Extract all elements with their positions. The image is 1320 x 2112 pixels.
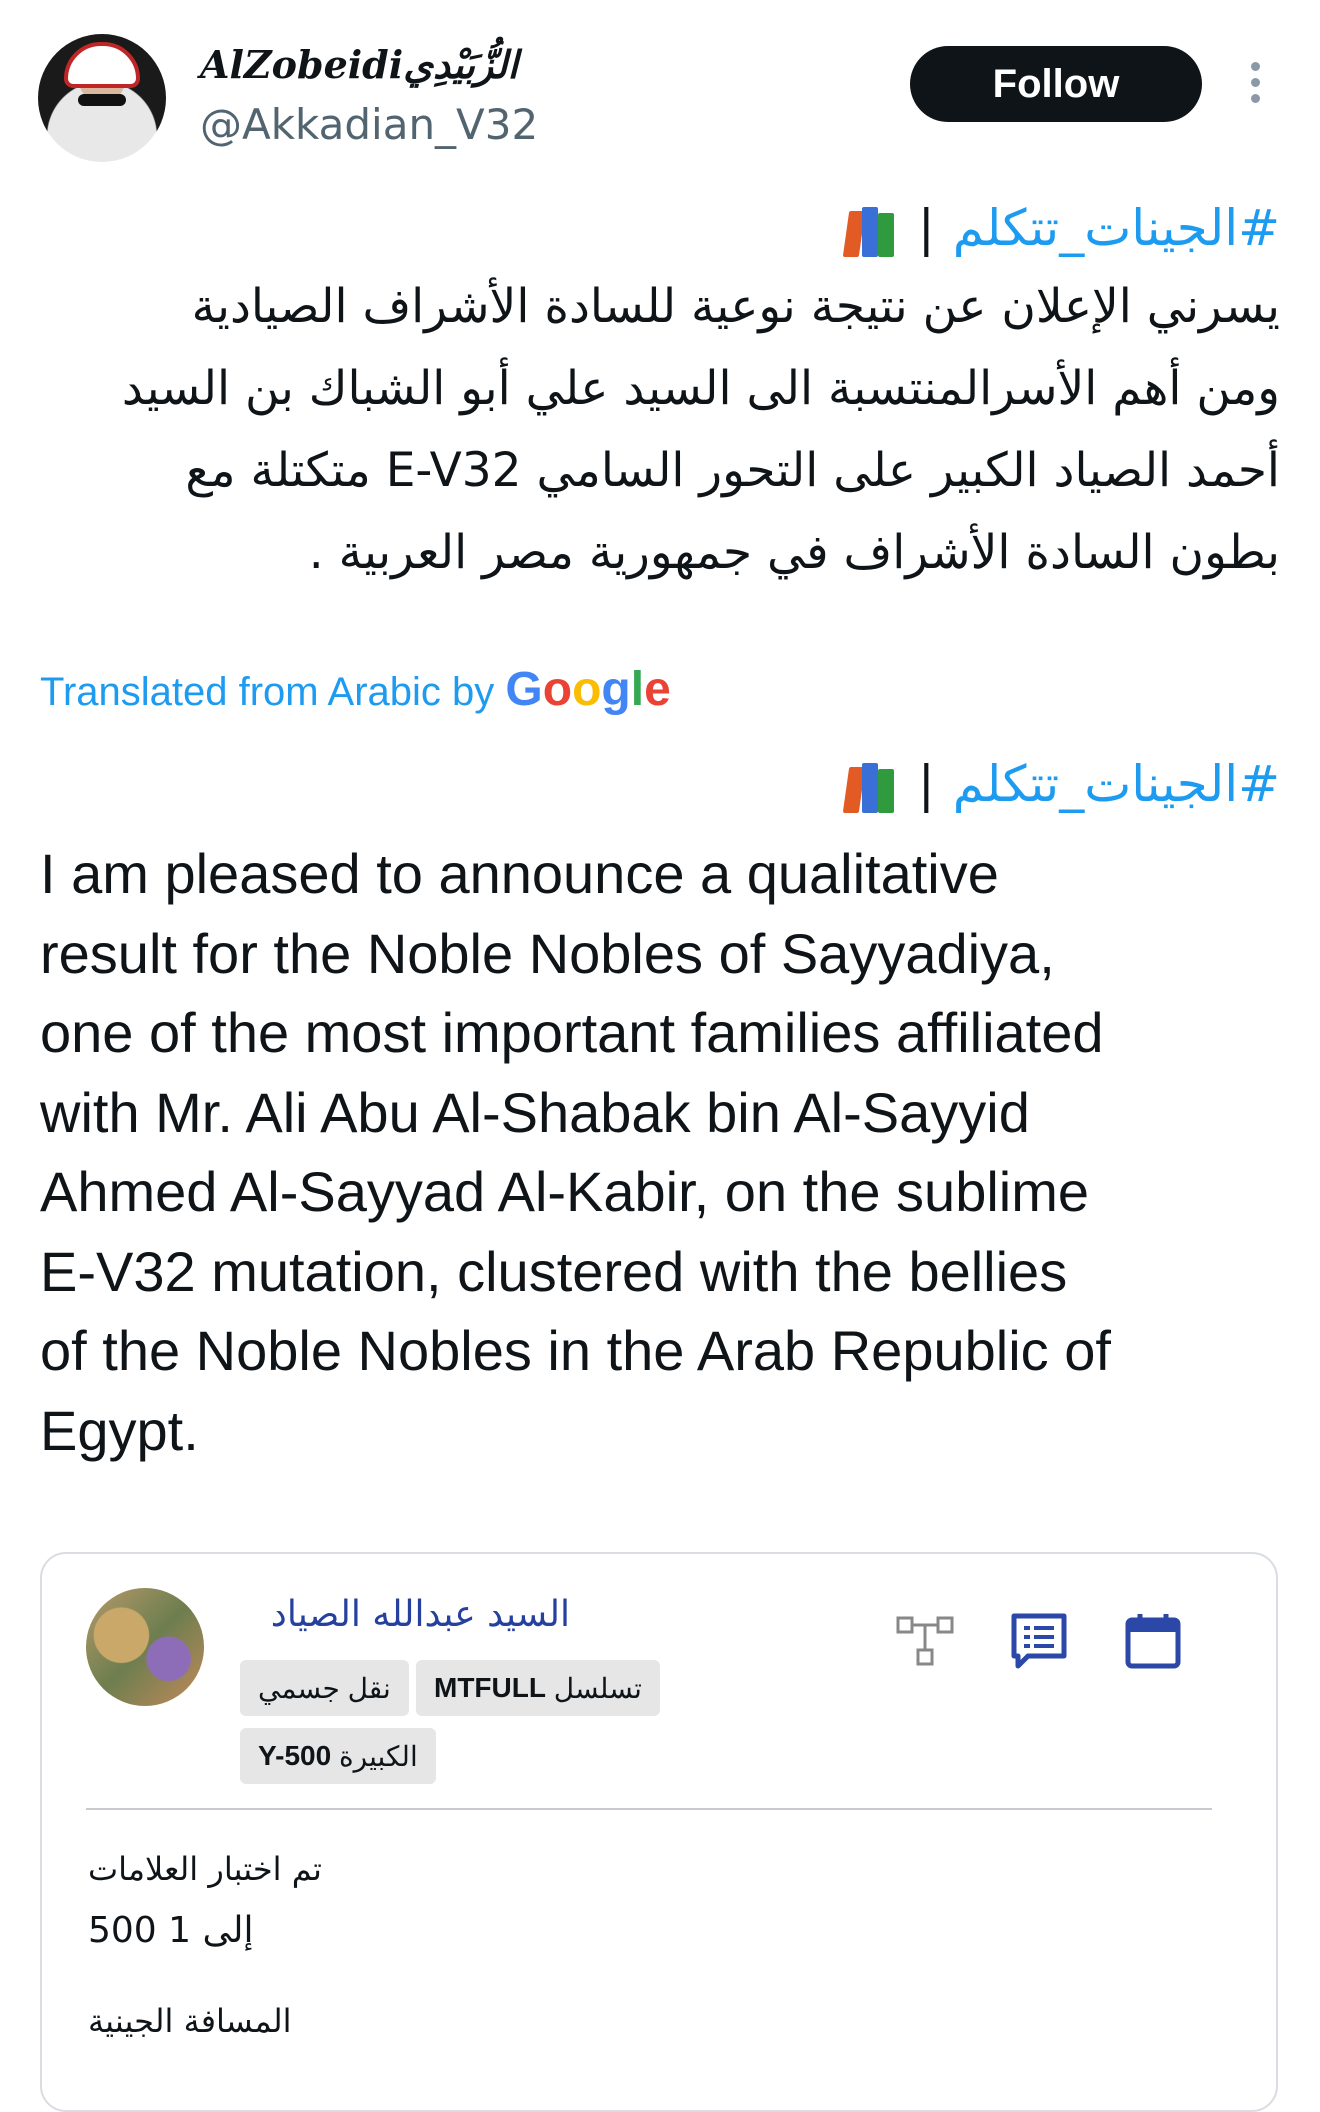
separator: | <box>917 755 935 813</box>
translated-hashtag-line: #الجينات_تتكلم | <box>40 752 1280 822</box>
attached-image-card[interactable]: السيد عبدالله الصياد نقل جسمي تسلسل MTFU… <box>40 1552 1278 2112</box>
english-line: with Mr. Ali Abu Al-Shabak bin Al-Sayyid <box>40 1080 1030 1144</box>
card-avatar <box>86 1588 204 1706</box>
big-y-chip: الكبيرة Y-500 <box>240 1728 436 1784</box>
author-handle[interactable]: @Akkadian_V32 <box>200 100 538 149</box>
arabic-tweet: #الجينات_تتكلم | يسرني الإعلان عن نتيجة ن… <box>40 196 1280 594</box>
translated-body: I am pleased to announce a qualitative r… <box>40 834 1290 1470</box>
separator: | <box>917 199 935 257</box>
avatar-glasses <box>78 94 126 106</box>
tweet-header: AlZobeidiالزُّبَيْدِي @Akkadian_V32 Foll… <box>0 0 1320 170</box>
arabic-line: يسرني الإعلان عن نتيجة نوعية للسادة الأش… <box>191 279 1280 334</box>
books-icon <box>842 762 900 813</box>
english-line: I am pleased to announce a qualitative <box>40 842 999 905</box>
arabic-line: أحمد الصياد الكبير على التحور السامي E-V… <box>185 443 1280 498</box>
arabic-hashtag-line: #الجينات_تتكلم | <box>40 196 1280 266</box>
english-line: of the Noble Nobles in the Arab Republic… <box>40 1319 1111 1382</box>
big-label: الكبيرة <box>338 1740 418 1772</box>
card-divider <box>86 1808 1212 1810</box>
more-dots-icon[interactable] <box>1240 62 1270 110</box>
arabic-body: يسرني الإعلان عن نتيجة نوعية للسادة الأش… <box>40 266 1280 594</box>
tree-icon[interactable] <box>894 1610 956 1672</box>
avatar-headwear <box>64 42 140 88</box>
calendar-icon[interactable] <box>1122 1610 1184 1672</box>
books-icon <box>842 206 900 257</box>
big-code: Y-500 <box>258 1740 332 1771</box>
author-display-name[interactable]: AlZobeidiالزُّبَيْدِي <box>200 42 518 87</box>
translation-attribution[interactable]: Translated from Arabic by Google <box>40 662 671 717</box>
translation-label: Translated from Arabic by <box>40 670 495 714</box>
arabic-line: ومن أهم الأسرالمنتسبة الى السيد علي أبو … <box>121 361 1280 416</box>
english-line: one of the most important families affil… <box>40 1001 1104 1064</box>
genetic-distance-label: المسافة الجينية <box>88 2002 292 2040</box>
hashtag-link[interactable]: #الجينات_تتكلم <box>953 755 1280 813</box>
english-line: result for the Noble Nobles of Sayyadiya… <box>40 921 1055 985</box>
translated-hashtag-block: #الجينات_تتكلم | <box>40 752 1280 822</box>
mtfull-label: تسلسل <box>553 1672 642 1704</box>
mtfull-code: MTFULL <box>434 1672 546 1703</box>
follow-button[interactable]: Follow <box>910 46 1202 122</box>
english-line: Egypt. <box>40 1398 199 1462</box>
card-person-name: السيد عبدالله الصياد <box>270 1594 570 1635</box>
arabic-line: بطون السادة الأشراف في جمهورية مصر العرب… <box>308 525 1280 580</box>
author-avatar[interactable] <box>38 34 166 162</box>
google-logo: Google <box>505 663 671 716</box>
english-line: Ahmed Al-Sayyad Al-Kabir, on the sublime <box>40 1160 1090 1223</box>
markers-label: تم اختبار العلامات <box>88 1850 322 1888</box>
autosomal-chip: نقل جسمي <box>240 1660 409 1716</box>
hashtag-link[interactable]: #الجينات_تتكلم <box>953 199 1280 257</box>
mtfull-chip: تسلسل MTFULL <box>416 1660 660 1716</box>
english-line: E-V32 mutation, clustered with the belli… <box>40 1239 1068 1303</box>
report-icon[interactable] <box>1008 1610 1070 1672</box>
markers-value: إلى 1 500 <box>88 1910 254 1951</box>
